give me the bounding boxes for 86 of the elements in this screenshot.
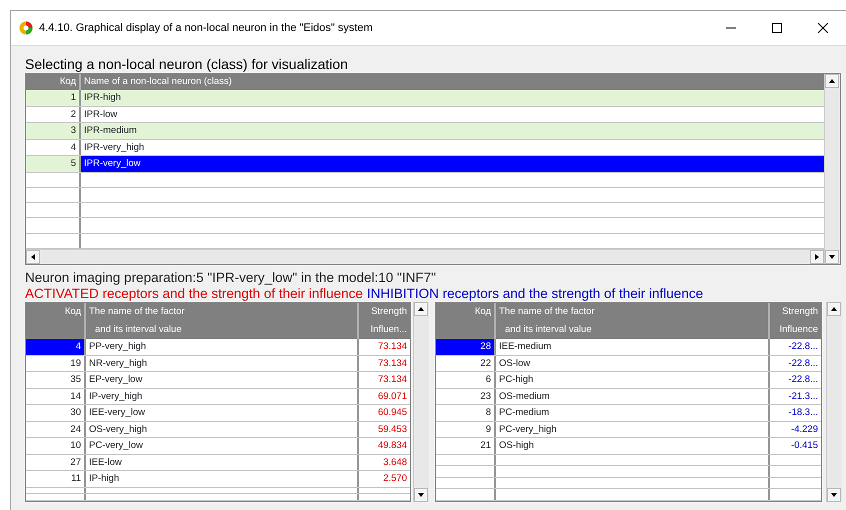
table-cell: -0.415	[768, 438, 821, 454]
window-title: 4.4.10. Graphical display of a non-local neuron in the "Eidos" system	[39, 20, 374, 36]
column-header: The name of the factor	[89, 305, 186, 319]
scroll-up-button[interactable]	[825, 74, 839, 88]
table-cell: 49.834	[357, 438, 410, 454]
table-cell[interactable]: IPR-very_low	[81, 156, 824, 172]
table-cell[interactable]: 35	[26, 372, 86, 388]
table-cell-text: EP-very_low	[88, 373, 144, 387]
table-cell[interactable]: 14	[26, 388, 86, 404]
column-header: and its interval value	[504, 323, 593, 337]
table-cell-text: PC-very_high	[498, 422, 558, 436]
table-cell: -22.8...	[768, 372, 821, 388]
table-title: INHIBITION receptors and the strength of their influence	[366, 286, 704, 302]
table-cell[interactable]: 22	[436, 356, 496, 371]
table-title: ACTIVATED receptors and the strength of their influence	[25, 286, 363, 302]
column-header: and its interval value	[94, 323, 183, 337]
table-cell[interactable]: 28	[436, 339, 496, 354]
table-cell-text: PC-very_low	[88, 439, 144, 453]
column-header: Strength	[781, 305, 818, 319]
table-cell[interactable]: 27	[26, 454, 86, 470]
table-cell-text: IP-very_high	[88, 390, 144, 404]
column-header: Strength	[370, 305, 407, 319]
table-cell: -22.8...	[768, 356, 821, 371]
table-cell-text: PP-very_high	[88, 340, 148, 354]
table-cell[interactable]: IPR-low	[81, 106, 824, 122]
table-cell-text: PC-medium	[498, 406, 550, 420]
table-cell: 1	[26, 90, 81, 106]
table-cell[interactable]: 11	[26, 471, 86, 486]
column-header: The name of the factor	[499, 305, 596, 319]
section-title: Selecting a non-local neuron (class) for visualization	[25, 56, 349, 73]
table-cell-text: OS-high	[498, 439, 535, 453]
table-cell: 73.134	[357, 339, 410, 354]
table-cell: -4.229	[768, 422, 821, 437]
table-cell: 2.570	[357, 471, 410, 486]
scroll-down-button[interactable]	[827, 488, 841, 502]
table-cell[interactable]: 8	[436, 405, 496, 420]
table-cell[interactable]: 6	[436, 372, 496, 388]
table-cell: -21.3...	[768, 388, 821, 404]
table-cell-text: OS-low	[498, 356, 532, 370]
preparation-label: Neuron imaging preparation:5 "IPR-very_low" in the model:10 "INF7"	[25, 270, 437, 286]
table-cell-text: PC-high	[498, 373, 534, 387]
table-cell-text: NR-very_high	[88, 356, 148, 370]
table-cell[interactable]: IPR-very_high	[81, 140, 824, 155]
maximize-icon[interactable]	[772, 23, 782, 33]
table-cell: 73.134	[357, 372, 410, 388]
scroll-down-button[interactable]	[825, 250, 839, 264]
column-header: Код	[474, 305, 491, 319]
table-cell-text: IEE-medium	[498, 340, 552, 354]
table-cell[interactable]: 9	[436, 422, 496, 437]
table-cell: 59.453	[357, 422, 410, 437]
scroll-down-button[interactable]	[414, 488, 428, 502]
table-cell[interactable]: 10	[26, 438, 86, 454]
table-cell[interactable]: 4	[26, 339, 86, 354]
vertical-scrollbar[interactable]	[824, 74, 840, 264]
scroll-up-button[interactable]	[414, 302, 428, 316]
table-cell-text: IEE-low	[88, 456, 123, 470]
table-cell[interactable]: 21	[436, 438, 496, 454]
scroll-right-button[interactable]	[810, 250, 824, 264]
table-cell[interactable]: IPR-high	[81, 90, 824, 106]
vertical-scrollbar[interactable]	[413, 302, 429, 502]
column-header: Код	[64, 305, 81, 319]
column-header: Influence	[778, 323, 818, 337]
table-cell: -22.8...	[768, 339, 821, 354]
table-cell[interactable]: 23	[436, 388, 496, 404]
table-cell[interactable]: 24	[26, 422, 86, 437]
column-header: Influen...	[370, 323, 407, 337]
table-cell-text: IEE-very_low	[88, 406, 146, 420]
vertical-scrollbar[interactable]	[826, 302, 842, 502]
table-cell: 3.648	[357, 454, 410, 470]
table-cell[interactable]: 30	[26, 405, 86, 420]
table-cell: 69.071	[357, 388, 410, 404]
table-cell[interactable]: IPR-medium	[81, 123, 824, 138]
column-header: Name of a non-local neuron (class)	[83, 75, 233, 89]
table-cell-text: OS-medium	[498, 390, 551, 404]
scroll-left-button[interactable]	[26, 250, 40, 264]
table-cell-text: OS-very_high	[88, 422, 148, 436]
table-cell: 73.134	[357, 356, 410, 371]
horizontal-scrollbar[interactable]	[26, 248, 824, 264]
scroll-up-button[interactable]	[827, 302, 841, 316]
app-logo-icon	[19, 21, 33, 35]
close-icon[interactable]	[818, 23, 828, 33]
table-cell: 60.945	[357, 405, 410, 420]
table-cell: -18.3...	[768, 405, 821, 420]
table-cell-text: IP-high	[88, 472, 120, 486]
table-cell: 3	[26, 123, 81, 138]
table-cell[interactable]: 19	[26, 356, 86, 371]
